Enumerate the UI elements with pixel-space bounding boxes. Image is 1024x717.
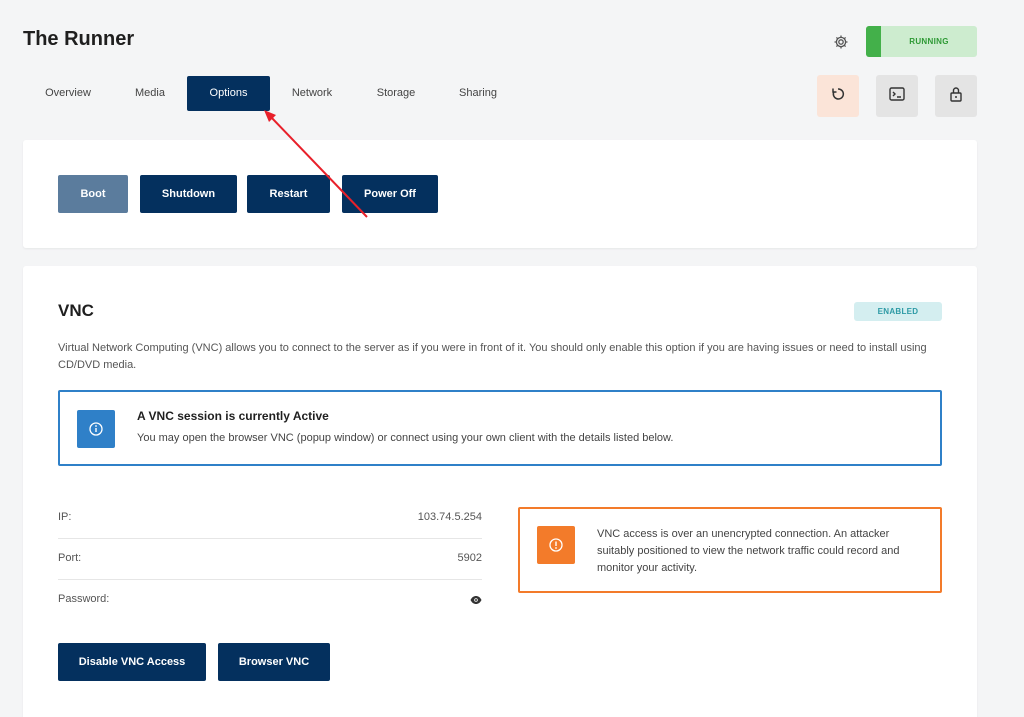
tab-overview[interactable]: Overview [23,76,113,111]
restart-button[interactable]: Restart [247,175,330,213]
unencrypted-warning: VNC access is over an unencrypted connec… [518,507,942,593]
power-controls-card: Boot Shutdown Restart Power Off [23,140,977,248]
tab-storage[interactable]: Storage [354,76,438,111]
console-action-button[interactable] [876,75,918,117]
console-icon [889,86,905,106]
status-badge: RUNNING [866,26,977,57]
tab-network[interactable]: Network [270,76,354,111]
password-row: Password: [58,580,482,621]
lock-action-button[interactable] [935,75,977,117]
warning-icon [537,526,575,564]
ip-row: IP: 103.74.5.254 [58,498,482,539]
tab-bar: Overview Media Options Network Storage S… [23,76,518,111]
port-label: Port: [58,552,82,564]
info-icon [77,410,115,448]
ip-label: IP: [58,511,72,523]
browser-vnc-button[interactable]: Browser VNC [218,643,330,681]
warning-text: VNC access is over an unencrypted connec… [597,528,900,574]
vnc-description: Virtual Network Computing (VNC) allows y… [58,342,927,371]
vnc-card: VNC ENABLED Virtual Network Computing (V… [23,266,977,717]
restart-action-button[interactable] [817,75,859,117]
status-indicator-bar [866,26,881,57]
port-row: Port: 5902 [58,539,482,580]
shutdown-button[interactable]: Shutdown [140,175,237,213]
ip-value: 103.74.5.254 [417,511,482,523]
password-label: Password: [58,593,110,605]
eye-icon[interactable] [470,594,482,606]
port-value: 5902 [457,552,482,564]
restart-icon [831,87,845,106]
disable-vnc-button[interactable]: Disable VNC Access [58,643,206,681]
boot-button[interactable]: Boot [58,175,128,213]
tab-sharing[interactable]: Sharing [438,76,518,111]
vnc-active-notice: A VNC session is currently Active You ma… [58,390,942,466]
vnc-title: VNC [58,301,94,320]
notice-title: A VNC session is currently Active [137,409,329,423]
vnc-enabled-badge: ENABLED [854,302,942,321]
power-off-button[interactable]: Power Off [342,175,438,213]
notice-text: You may open the browser VNC (popup wind… [137,432,674,444]
lock-icon [949,86,963,107]
tab-media[interactable]: Media [113,76,187,111]
page-title: The Runner [23,28,135,50]
gear-icon[interactable] [833,34,849,50]
status-label: RUNNING [909,37,949,46]
tab-options[interactable]: Options [187,76,270,111]
